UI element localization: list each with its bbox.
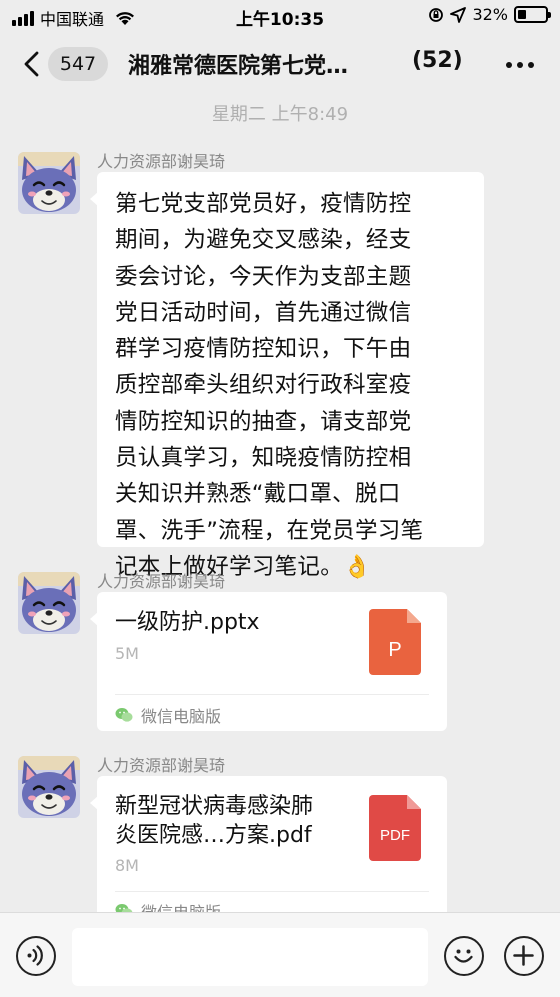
bubble-tail xyxy=(90,796,98,810)
emoji-icon[interactable] xyxy=(444,936,484,976)
status-bar: 中国联通 上午10:35 32% xyxy=(0,0,560,32)
file-source-label: 微信电脑版 xyxy=(141,707,222,726)
message-line: 情防控知识的抽查，请支部党 xyxy=(115,408,412,435)
file-source: 微信电脑版 xyxy=(115,703,221,727)
back-chevron-icon[interactable] xyxy=(20,50,44,78)
message-line: 期间，为避免交叉感染，经支 xyxy=(115,227,412,254)
smiley-face-icon xyxy=(454,949,473,963)
voice-icon[interactable] xyxy=(16,936,56,976)
chat-timestamp: 星期二 上午8:49 xyxy=(211,104,349,125)
message-line: 罩、洗手”流程，在党员学习笔 xyxy=(115,517,424,544)
file-message-card[interactable]: 新型冠状病毒感染肺 炎医院感…方案.pdf 8M PDF 微信电脑版 xyxy=(90,776,447,926)
sender-avatar[interactable] xyxy=(18,572,80,634)
unread-count-badge[interactable]: 547 xyxy=(48,47,108,81)
location-icon xyxy=(450,6,467,23)
message-line: 第七党支部党员好，疫情防控 xyxy=(115,191,412,217)
cartoon-cat-avatar-icon xyxy=(18,152,80,214)
bubble-tail xyxy=(90,612,98,626)
pptx-icon-label: P xyxy=(388,639,401,661)
pdf-icon-label: PDF xyxy=(380,827,410,844)
battery-percent: 32% xyxy=(472,5,508,24)
voice-waves-icon xyxy=(27,945,43,966)
message-text: 第七党支部党员好，疫情防控 期间，为避免交叉感染，经支 委会讨论，今天作为支部主… xyxy=(97,172,484,599)
cartoon-cat-avatar-icon xyxy=(18,756,80,818)
file-size: 8M xyxy=(115,856,139,875)
file-name-line: 炎医院感…方案.pdf xyxy=(115,823,312,848)
card-divider xyxy=(115,694,429,695)
battery-icon xyxy=(514,6,551,23)
sender-name: 人力资源部谢昊琦 xyxy=(97,572,226,591)
message-line: 员认真学习，知晓疫情防控相 xyxy=(115,445,412,472)
file-name: 一级防护.pptx xyxy=(115,610,260,635)
member-count[interactable]: (52) xyxy=(412,48,463,73)
file-name-line: 新型冠状病毒感染肺 xyxy=(115,794,314,819)
bubble-tail xyxy=(90,192,98,206)
file-name: 新型冠状病毒感染肺 炎医院感…方案.pdf xyxy=(115,792,347,850)
plus-sign-icon xyxy=(513,945,534,966)
message-input[interactable] xyxy=(72,928,428,986)
file-message-card[interactable]: 一级防护.pptx 5M P 微信电脑版 xyxy=(90,592,447,731)
pdf-file-icon: PDF xyxy=(369,795,421,861)
message-line: 党日活动时间，首先通过微信 xyxy=(115,299,412,326)
status-right: 32% xyxy=(428,5,551,24)
chat-nav-bar: 547 湘雅常德医院第七党… (52) xyxy=(0,32,560,96)
message-line: 群学习疫情防控知识，下午由 xyxy=(115,336,412,363)
plus-icon[interactable] xyxy=(504,936,544,976)
sender-name: 人力资源部谢昊琦 xyxy=(97,756,226,775)
sender-avatar[interactable] xyxy=(18,756,80,818)
text-message-bubble[interactable]: 第七党支部党员好，疫情防控 期间，为避免交叉感染，经支 委会讨论，今天作为支部主… xyxy=(90,172,484,580)
ok-hand-emoji-icon: 👌 xyxy=(343,553,372,580)
file-size: 5M xyxy=(115,644,139,663)
wechat-logo-icon xyxy=(115,708,133,722)
orientation-lock-icon xyxy=(429,7,444,22)
pptx-file-icon: P xyxy=(369,609,421,675)
cartoon-cat-avatar-icon xyxy=(18,572,80,634)
card-divider xyxy=(115,891,429,892)
sender-name: 人力资源部谢昊琦 xyxy=(97,152,226,171)
chat-input-bar xyxy=(0,912,560,997)
sender-avatar[interactable] xyxy=(18,152,80,214)
message-line: 关知识并熟悉“戴口罩、脱口 xyxy=(115,481,401,508)
chat-title[interactable]: 湘雅常德医院第七党… xyxy=(128,48,393,80)
message-line: 质控部牵头组织对行政科室疫 xyxy=(115,372,412,399)
more-dots-icon[interactable] xyxy=(506,62,534,68)
message-line: 委会讨论，今天作为支部主题 xyxy=(115,263,412,290)
